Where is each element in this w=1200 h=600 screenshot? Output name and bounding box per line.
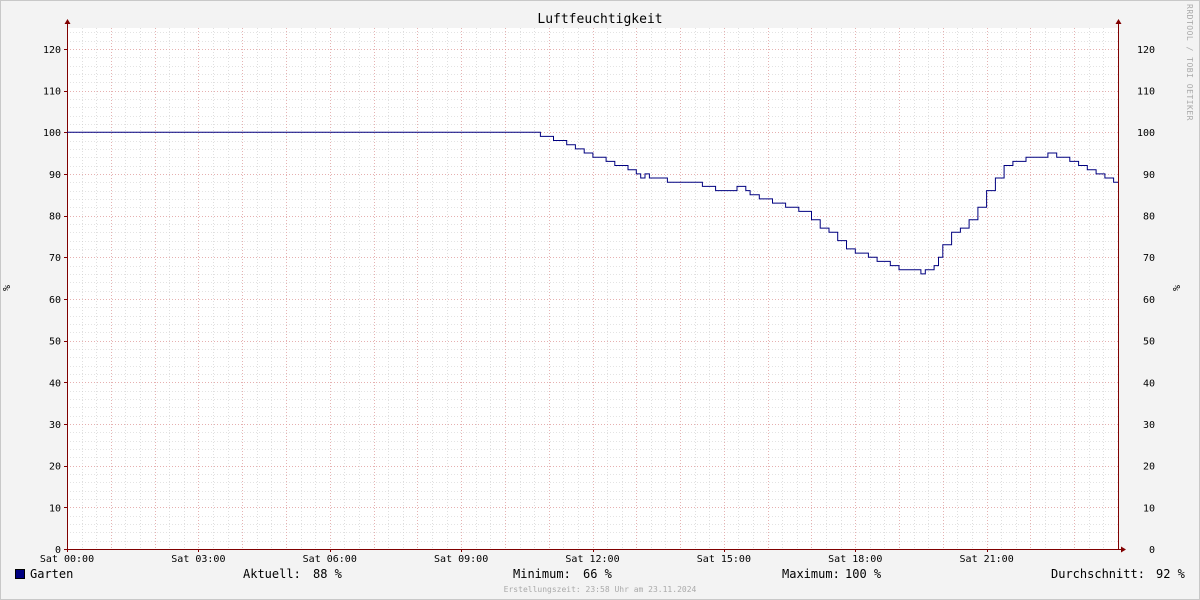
y-tick-label-left: 20 bbox=[49, 462, 61, 473]
stat-minimum-value: 66 % bbox=[583, 567, 612, 581]
chart-title: Luftfeuchtigkeit bbox=[537, 12, 662, 27]
y-tick-label-right: 20 bbox=[1143, 462, 1155, 473]
y-axis-right-arrow bbox=[1115, 19, 1122, 24]
x-tick-label: Sat 12:00 bbox=[565, 554, 619, 565]
stat-maximum-label: Maximum: bbox=[782, 567, 840, 581]
legend-swatch bbox=[15, 569, 25, 579]
y-tick-label-right: 120 bbox=[1137, 45, 1155, 56]
x-tick-label: Sat 15:00 bbox=[697, 554, 751, 565]
y-axis-label-left: % bbox=[2, 285, 13, 291]
chart: 0 010 1020 2030 3040 4050 5060 6070 7080 8090 9010… bbox=[2, 12, 1183, 565]
y-tick-label-right: 70 bbox=[1143, 253, 1155, 264]
x-axis-arrow bbox=[1121, 546, 1126, 553]
y-tick-label-left: 40 bbox=[49, 378, 61, 389]
y-tick-label-right: 110 bbox=[1137, 87, 1155, 98]
footer-timestamp: Erstellungszeit: 23:58 Uhr am 23.11.2024 bbox=[503, 585, 697, 594]
legend: Garten Aktuell: 88 % Minimum: 66 % Maxim… bbox=[0, 566, 1200, 584]
x-tick-label: Sat 00:00 bbox=[40, 554, 94, 565]
y-tick-label-left: 10 bbox=[49, 503, 61, 514]
y-axis-left-arrow bbox=[64, 19, 71, 24]
y-tick-label-left: 30 bbox=[49, 420, 61, 431]
y-tick-label-left: 110 bbox=[43, 87, 61, 98]
y-tick-label-left: 70 bbox=[49, 253, 61, 264]
y-tick-label-right: 80 bbox=[1143, 212, 1155, 223]
stat-avg-label: Durchschnitt: bbox=[1051, 567, 1145, 581]
plot-area bbox=[67, 28, 1118, 549]
x-tick-label: Sat 06:00 bbox=[303, 554, 357, 565]
stat-minimum-label: Minimum: bbox=[513, 567, 571, 581]
legend-series-name: Garten bbox=[30, 567, 74, 581]
y-tick-label-right: 0 bbox=[1149, 545, 1155, 556]
y-tick-label-right: 40 bbox=[1143, 378, 1155, 389]
rrdtool-watermark: RRDTOOL / TOBI OETIKER bbox=[1185, 4, 1194, 121]
x-tick-label: Sat 18:00 bbox=[828, 554, 882, 565]
stat-aktuell-label: Aktuell: bbox=[243, 567, 301, 581]
x-tick-label: Sat 21:00 bbox=[960, 554, 1014, 565]
y-tick-label-right: 90 bbox=[1143, 170, 1155, 181]
stat-aktuell-value: 88 % bbox=[313, 567, 342, 581]
y-tick-label-left: 120 bbox=[43, 45, 61, 56]
y-tick-label-left: 60 bbox=[49, 295, 61, 306]
y-tick-label-left: 90 bbox=[49, 170, 61, 181]
y-axis-label-right: % bbox=[1172, 285, 1183, 291]
y-tick-label-left: 100 bbox=[43, 128, 61, 139]
y-tick-label-left: 50 bbox=[49, 337, 61, 348]
stat-maximum-value: 100 % bbox=[845, 567, 882, 581]
x-tick-label: Sat 03:00 bbox=[171, 554, 225, 565]
y-tick-label-right: 30 bbox=[1143, 420, 1155, 431]
y-tick-label-right: 60 bbox=[1143, 295, 1155, 306]
x-tick-label: Sat 09:00 bbox=[434, 554, 488, 565]
y-tick-label-right: 100 bbox=[1137, 128, 1155, 139]
stat-avg-value: 92 % bbox=[1156, 567, 1185, 581]
y-tick-label-left: 80 bbox=[49, 212, 61, 223]
y-tick-label-right: 50 bbox=[1143, 337, 1155, 348]
y-tick-label-right: 10 bbox=[1143, 503, 1155, 514]
